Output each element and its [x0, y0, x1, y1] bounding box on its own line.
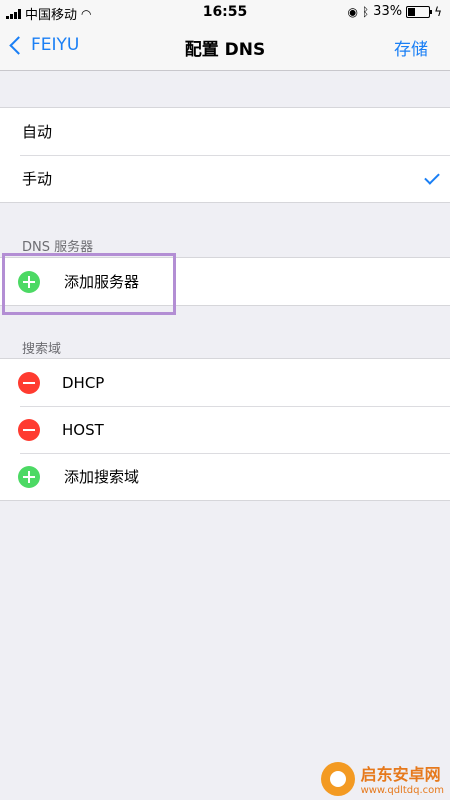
search-domain-row[interactable]: DHCP [0, 359, 450, 406]
add-server-row[interactable]: 添加服务器 [0, 258, 450, 305]
add-circle-icon[interactable] [18, 465, 40, 488]
back-label: FEIYU [31, 35, 80, 55]
watermark-logo-icon [320, 761, 355, 796]
lock-rotation-icon: ◉ [347, 4, 358, 19]
watermark-url: www.qdltdq.com [360, 785, 444, 796]
battery-icon [406, 5, 433, 18]
watermark-name: 启东安卓网 [360, 765, 441, 784]
checkmark-icon [424, 169, 440, 185]
back-button[interactable]: FEIYU [9, 35, 80, 55]
dns-servers-header: DNS 服务器 [22, 240, 94, 255]
add-search-domain-row[interactable]: 添加搜索域 [0, 453, 450, 500]
mode-option-manual[interactable]: 手动 [0, 155, 450, 202]
bluetooth-icon: ᛒ [361, 4, 370, 19]
battery-percent: 33% [373, 4, 403, 19]
add-server-label: 添加服务器 [64, 273, 140, 291]
watermark: 启东安卓网 www.qdltdq.com [320, 761, 444, 796]
search-domain-label: DHCP [62, 373, 105, 392]
charging-icon: ϟ [434, 4, 442, 19]
dns-mode-group: 自动 手动 [0, 107, 450, 203]
search-domains-header: 搜索域 [22, 342, 62, 357]
watermark-text: 启东安卓网 www.qdltdq.com [361, 761, 444, 796]
status-right: ◉ ᛒ 33% ϟ [347, 4, 442, 19]
search-domains-group: DHCP HOST 添加搜索域 [0, 358, 450, 501]
status-bar: 中国移动 ◠ 16:55 ◉ ᛒ 33% ϟ [0, 0, 450, 24]
search-domain-label: HOST [62, 420, 104, 439]
dns-servers-group: 添加服务器 [0, 257, 450, 306]
chevron-left-icon [9, 35, 28, 55]
mode-option-label: 自动 [22, 123, 53, 141]
search-domain-row[interactable]: HOST [0, 406, 450, 453]
remove-circle-icon[interactable] [18, 418, 40, 441]
remove-circle-icon[interactable] [18, 371, 40, 394]
mode-option-label: 手动 [22, 170, 53, 188]
add-search-domain-label: 添加搜索域 [64, 468, 140, 486]
mode-option-auto[interactable]: 自动 [0, 108, 450, 155]
add-circle-icon[interactable] [18, 270, 40, 293]
nav-bar: FEIYU 配置 DNS 存储 [0, 24, 450, 71]
save-button[interactable]: 存储 [394, 35, 428, 60]
